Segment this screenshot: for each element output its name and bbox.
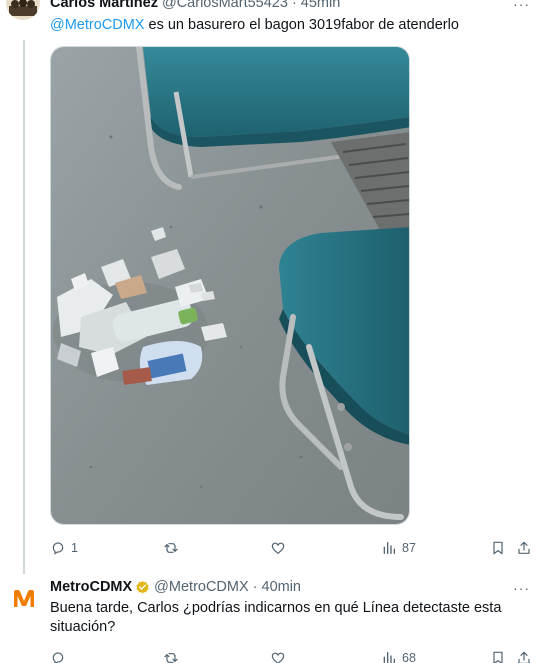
share-icon	[518, 541, 530, 554]
more-options-icon[interactable]: ···	[513, 0, 530, 12]
share-button[interactable]	[516, 538, 532, 558]
tweet-text: Buena tarde, Carlos ¿podrías indicarnos …	[50, 599, 501, 637]
bookmark-button[interactable]	[490, 538, 506, 558]
separator-dot: ·	[252, 579, 258, 595]
reply-icon	[52, 652, 64, 663]
verified-badge-icon	[136, 580, 149, 593]
tweet-header: MetroCDMX @MetroCDMX · 40min	[50, 578, 301, 596]
bookmark-icon	[493, 541, 503, 555]
retweet-icon	[164, 543, 178, 553]
like-icon	[271, 652, 285, 663]
like-icon	[271, 542, 285, 555]
tweet-time[interactable]: 40min	[262, 579, 302, 595]
share-button[interactable]	[516, 648, 532, 663]
views-count: 68	[402, 651, 416, 663]
retweet-button[interactable]	[163, 538, 184, 558]
tweet-body-line-2: situación?	[50, 619, 116, 635]
bookmark-icon	[493, 651, 503, 663]
reply-button[interactable]	[50, 648, 71, 663]
tweet-metrocdmx: MetroCDMX @MetroCDMX · 40min ··· Buena t…	[0, 572, 542, 663]
tweet-body: es un basurero el bagon 3019fabor de ate…	[144, 17, 459, 33]
reply-icon	[52, 542, 64, 555]
user-avatar[interactable]	[6, 0, 40, 20]
views-icon	[383, 652, 395, 663]
tweet-actions: 68	[50, 648, 532, 663]
tweet-actions: 1 87	[50, 538, 532, 558]
bookmark-button[interactable]	[490, 648, 506, 663]
reply-count: 1	[71, 541, 78, 555]
author-handle[interactable]: @CarlosMart55423	[162, 0, 288, 11]
views-button[interactable]: 68	[381, 648, 416, 663]
thread-connector-line	[23, 40, 25, 574]
author-name[interactable]: MetroCDMX	[50, 579, 132, 595]
tweet-body-line-1: Buena tarde, Carlos ¿podrías indicarnos …	[50, 600, 502, 616]
like-button[interactable]	[270, 648, 291, 663]
tweet-photo[interactable]	[50, 46, 410, 525]
more-options-icon[interactable]: ···	[513, 580, 530, 596]
separator-dot: ·	[291, 0, 297, 11]
metro-logo-icon	[7, 582, 41, 616]
metro-avatar[interactable]	[7, 582, 41, 616]
tweet-time[interactable]: 45min	[301, 0, 341, 11]
views-icon	[383, 542, 395, 554]
share-icon	[518, 651, 530, 663]
views-count: 87	[402, 541, 416, 555]
author-name[interactable]: Carlos Martínez	[50, 0, 158, 11]
retweet-icon	[164, 653, 178, 663]
author-handle[interactable]: @MetroCDMX	[154, 579, 248, 595]
views-button[interactable]: 87	[381, 538, 416, 558]
mention-link[interactable]: @MetroCDMX	[50, 17, 144, 33]
retweet-button[interactable]	[163, 648, 184, 663]
metro-car-floor-photo	[51, 47, 409, 524]
tweet-carlos: Carlos Martínez @CarlosMart55423 · 45min…	[0, 0, 542, 574]
tweet-header: Carlos Martínez @CarlosMart55423 · 45min	[50, 0, 340, 12]
reply-button[interactable]: 1	[50, 538, 78, 558]
like-button[interactable]	[270, 538, 291, 558]
tweet-text: @MetroCDMX es un basurero el bagon 3019f…	[50, 16, 459, 35]
